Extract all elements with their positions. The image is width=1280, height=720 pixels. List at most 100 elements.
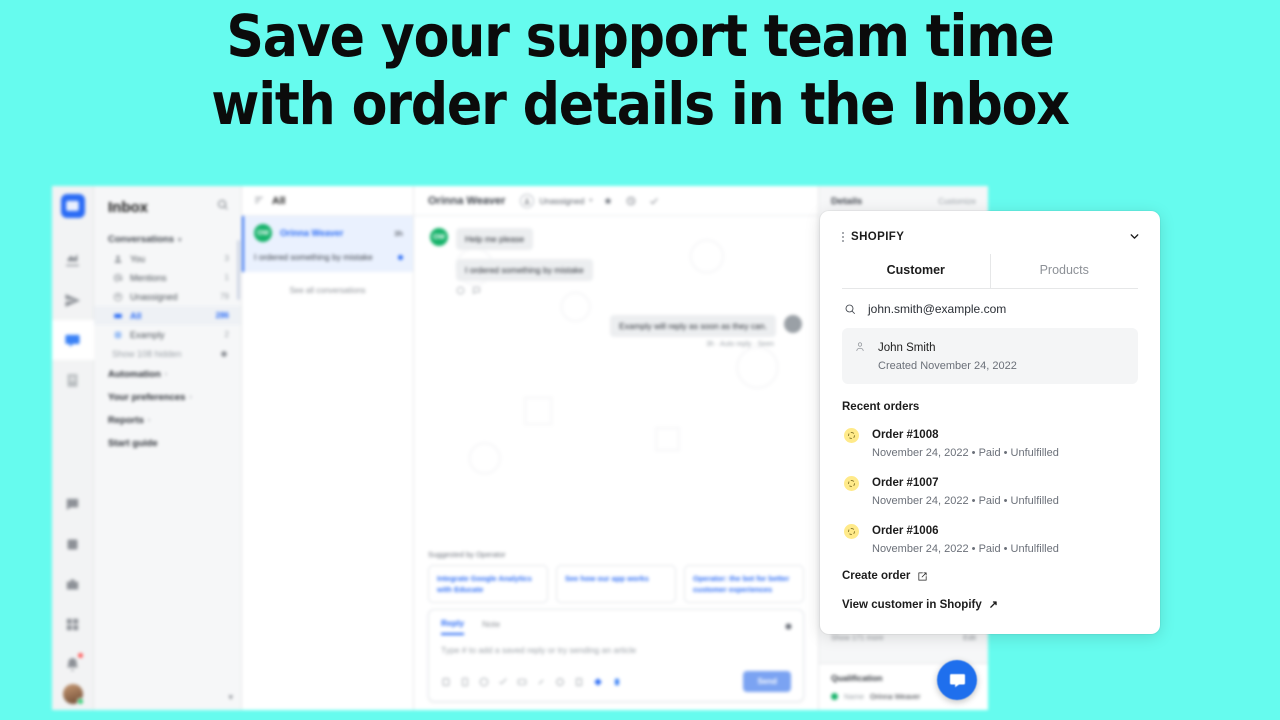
assignee-selector[interactable]: Unassigned ▾ bbox=[520, 193, 593, 208]
tab-products[interactable]: Products bbox=[991, 254, 1139, 288]
avatar: OW bbox=[254, 224, 272, 242]
create-order-label: Create order bbox=[842, 570, 911, 582]
unfulfilled-icon bbox=[844, 428, 859, 443]
message-reactions[interactable] bbox=[456, 286, 802, 295]
tab-customer[interactable]: Customer bbox=[842, 254, 991, 288]
conversation-pane: Orinna Weaver Unassigned ▾ OW Help me pl… bbox=[414, 186, 818, 710]
person-icon bbox=[112, 253, 123, 264]
page-headline: Save your support team time with order d… bbox=[0, 0, 1280, 138]
list-item[interactable]: OW Orinna Weaver 3h I ordered something … bbox=[242, 216, 413, 272]
search-input[interactable]: john.smith@example.com bbox=[868, 302, 1006, 316]
emoji-icon[interactable] bbox=[479, 677, 489, 687]
articles-icon[interactable] bbox=[52, 360, 94, 400]
page-title: Inbox bbox=[108, 198, 148, 216]
screenshot-root: Save your support team time with order d… bbox=[0, 0, 1280, 720]
snooze-icon[interactable] bbox=[624, 196, 638, 206]
intercom-logo-icon[interactable] bbox=[60, 194, 85, 218]
article-icon[interactable] bbox=[460, 677, 470, 687]
grid-icon[interactable] bbox=[52, 604, 94, 644]
sidebar-item-label: Examply bbox=[130, 329, 165, 340]
gif-icon[interactable] bbox=[555, 677, 565, 687]
online-status-dot bbox=[76, 698, 84, 705]
view-customer-link[interactable]: View customer in Shopify ↗ bbox=[820, 590, 1160, 619]
saved-reply-icon[interactable] bbox=[441, 677, 451, 687]
messenger-launcher-button[interactable] bbox=[937, 660, 977, 700]
outbound-icon[interactable] bbox=[52, 280, 94, 320]
see-all-conversations-link[interactable]: See all conversations bbox=[242, 272, 413, 309]
order-row[interactable]: Order #1006 November 24, 2022 • Paid • U… bbox=[820, 514, 1160, 562]
order-meta: November 24, 2022 • Paid • Unfulfilled bbox=[872, 543, 1059, 555]
user-avatar[interactable] bbox=[62, 684, 84, 705]
customize-link[interactable]: Customize bbox=[938, 197, 976, 206]
message-thread: OW Help me please I ordered something by… bbox=[414, 216, 818, 550]
close-check-icon[interactable] bbox=[647, 196, 661, 206]
nav-link-automation[interactable]: Automation › bbox=[94, 363, 241, 386]
composer-input[interactable]: Type # to add a saved reply or try sendi… bbox=[429, 635, 803, 671]
bold-icon[interactable] bbox=[574, 677, 584, 687]
assignee-label: Unassigned bbox=[539, 195, 585, 206]
bell-icon[interactable] bbox=[52, 644, 94, 684]
sidebar-item-mentions[interactable]: Mentions 1 bbox=[94, 268, 241, 287]
conversation-list-title: All bbox=[272, 194, 286, 207]
reports-icon[interactable] bbox=[52, 240, 94, 280]
briefcase-icon[interactable] bbox=[52, 564, 94, 604]
shopify-tabs: Customer Products bbox=[842, 254, 1138, 289]
tab-reply[interactable]: Reply bbox=[441, 618, 465, 635]
show-hidden-row[interactable]: Show 108 hidden bbox=[94, 344, 241, 363]
tag-icon[interactable] bbox=[593, 677, 603, 687]
team-icon bbox=[112, 329, 123, 340]
sort-icon[interactable] bbox=[254, 192, 264, 210]
sidebar-item-all[interactable]: All 286 bbox=[94, 306, 241, 325]
sidebar-item-unassigned[interactable]: Unassigned 79 bbox=[94, 287, 241, 306]
message-composer: Reply Note Type # to add a saved reply o… bbox=[428, 609, 804, 702]
order-number: Order #1007 bbox=[872, 477, 939, 489]
conversations-group-header[interactable]: Conversations ▾ bbox=[94, 228, 241, 249]
conversations-group-label: Conversations bbox=[108, 234, 174, 245]
drag-handle-icon[interactable] bbox=[842, 231, 844, 242]
nav-link-your-preferences[interactable]: Your preferences › bbox=[94, 386, 241, 409]
order-row[interactable]: Order #1007 November 24, 2022 • Paid • U… bbox=[820, 466, 1160, 514]
recent-orders-label: Recent orders bbox=[842, 401, 920, 413]
chevron-down-icon: ▾ bbox=[589, 198, 593, 204]
search-icon[interactable] bbox=[217, 198, 229, 216]
unfulfilled-icon bbox=[844, 524, 859, 539]
sidebar-item-inbox[interactable] bbox=[52, 320, 94, 360]
sidebar-item-you[interactable]: You 3 bbox=[94, 249, 241, 268]
message-row: OW Help me please bbox=[430, 228, 802, 250]
customer-result-card[interactable]: John Smith Created November 24, 2022 bbox=[842, 328, 1138, 384]
apps-icon[interactable] bbox=[52, 524, 94, 564]
gear-icon[interactable] bbox=[218, 348, 229, 359]
message-bubble: Examply will reply as soon as they can. bbox=[610, 315, 776, 337]
suggestion-chip[interactable]: Integrate Google Analytics with Educate bbox=[428, 565, 548, 603]
attachment-icon[interactable] bbox=[536, 677, 546, 687]
order-number: Order #1008 bbox=[872, 429, 939, 441]
messenger-icon[interactable] bbox=[52, 484, 94, 524]
sidebar-item-label: Mentions bbox=[130, 272, 167, 283]
edit-link[interactable]: Edit bbox=[963, 633, 976, 642]
create-order-link[interactable]: Create order bbox=[820, 562, 1160, 590]
chevron-down-icon[interactable]: ▾ bbox=[228, 692, 233, 703]
gear-icon[interactable] bbox=[784, 618, 793, 636]
shopify-search-row[interactable]: john.smith@example.com bbox=[820, 289, 1160, 328]
conversation-header: Orinna Weaver Unassigned ▾ bbox=[414, 186, 818, 216]
nav-link-reports[interactable]: Reports › bbox=[94, 409, 241, 432]
image-icon[interactable] bbox=[517, 677, 527, 687]
checklist-icon[interactable] bbox=[498, 677, 508, 687]
sidebar-item-count: 286 bbox=[215, 311, 229, 320]
details-title: Details bbox=[831, 196, 863, 207]
emoji-icon[interactable] bbox=[456, 286, 465, 295]
star-icon[interactable] bbox=[601, 196, 615, 206]
message-row: I ordered something by mistake bbox=[430, 259, 802, 281]
chevron-down-icon[interactable] bbox=[1128, 230, 1141, 243]
order-row[interactable]: Order #1008 November 24, 2022 • Paid • U… bbox=[820, 418, 1160, 466]
send-button[interactable]: Send bbox=[743, 671, 791, 692]
tab-note[interactable]: Note bbox=[482, 619, 500, 634]
nav-link-start-guide[interactable]: Start guide bbox=[94, 432, 241, 455]
nav-scrollbar[interactable] bbox=[237, 240, 240, 300]
conversation-name: Orinna Weaver bbox=[280, 228, 344, 238]
sidebar-item-examply[interactable]: Examply 2 bbox=[94, 325, 241, 344]
suggestion-chip[interactable]: Operator: the bot for better customer ex… bbox=[684, 565, 804, 603]
suggestion-chip[interactable]: See how our app works bbox=[556, 565, 676, 603]
reply-icon[interactable] bbox=[472, 286, 481, 295]
apps-icon[interactable] bbox=[612, 677, 622, 687]
